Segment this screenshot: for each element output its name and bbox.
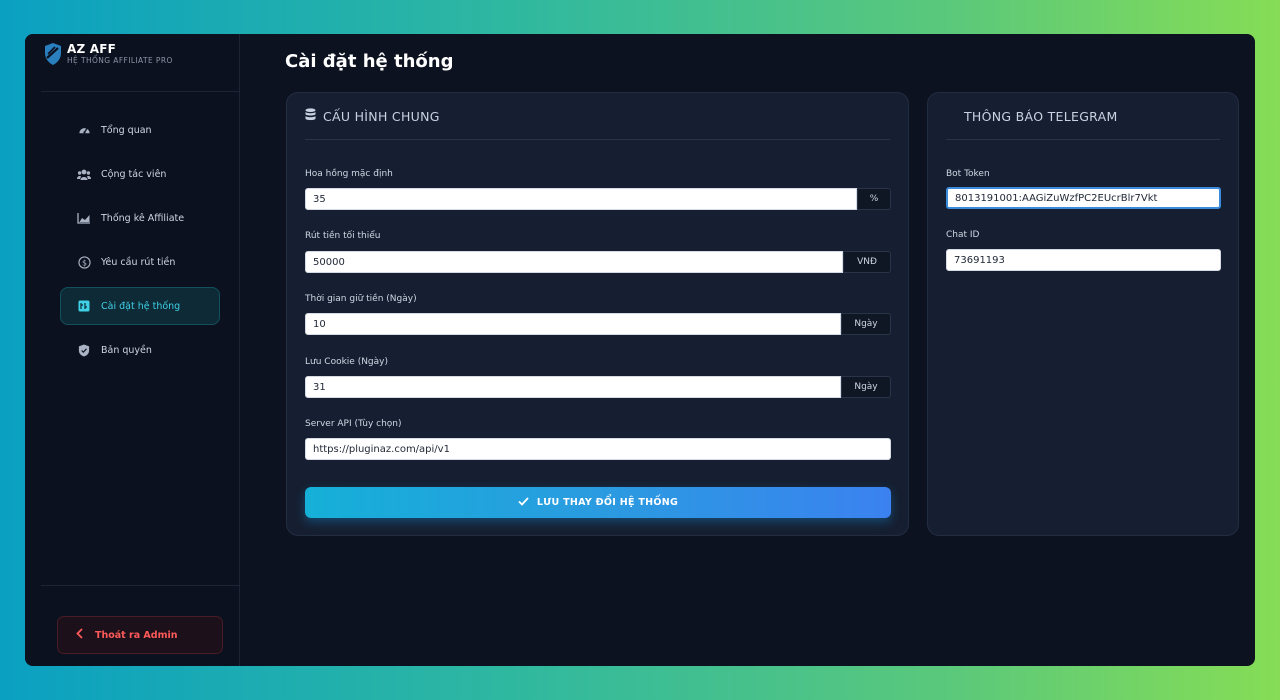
shield-logo-icon xyxy=(45,43,61,65)
chat-id-field-group xyxy=(946,249,1221,271)
hold-time-label: Thời gian giữ tiền (Ngày) xyxy=(305,294,417,304)
sidebar: AZ AFF HỆ THỐNG AFFILIATE PRO Tổng quan … xyxy=(25,34,240,666)
gauge-icon xyxy=(77,123,91,137)
save-label: LƯU THAY ĐỔI HỆ THỐNG xyxy=(536,497,679,508)
logout-label: Thoát ra Admin xyxy=(95,629,178,641)
save-settings-button[interactable]: LƯU THAY ĐỔI HỆ THỐNG xyxy=(305,487,891,518)
shield-icon xyxy=(77,343,91,357)
hold-time-suffix: Ngày xyxy=(841,313,891,335)
server-api-input[interactable] xyxy=(305,438,891,460)
cookie-input[interactable] xyxy=(305,376,841,398)
chat-id-input[interactable] xyxy=(946,249,1221,271)
app-window: AZ AFF HỆ THỐNG AFFILIATE PRO Tổng quan … xyxy=(25,34,1255,666)
cookie-suffix: Ngày xyxy=(841,376,891,398)
general-config-card: CẤU HÌNH CHUNG Hoa hồng mặc định % Rút t… xyxy=(286,92,909,536)
cookie-label: Lưu Cookie (Ngày) xyxy=(305,357,388,367)
sidebar-item-label: Bản quyền xyxy=(101,344,152,356)
page-title: Cài đặt hệ thống xyxy=(285,51,454,72)
database-icon xyxy=(305,108,316,124)
sidebar-divider xyxy=(41,91,239,92)
brand-subtitle: HỆ THỐNG AFFILIATE PRO xyxy=(67,56,173,65)
sidebar-item-label: Thống kê Affiliate xyxy=(101,212,185,224)
chevron-left-icon xyxy=(76,628,83,642)
sidebar-item-affiliates[interactable]: Cộng tác viên xyxy=(60,155,220,193)
min-withdraw-suffix: VNĐ xyxy=(843,251,891,273)
brand[interactable]: AZ AFF HỆ THỐNG AFFILIATE PRO xyxy=(43,42,173,66)
bot-token-input[interactable] xyxy=(946,187,1221,209)
card-title: CẤU HÌNH CHUNG xyxy=(323,108,440,124)
server-api-label: Server API (Tùy chọn) xyxy=(305,419,402,429)
hold-time-field-group: Ngày xyxy=(305,313,891,335)
sidebar-item-label: Cộng tác viên xyxy=(101,168,167,180)
sidebar-item-label: Cài đặt hệ thống xyxy=(101,300,181,312)
sidebar-item-label: Yêu cầu rút tiền xyxy=(101,256,176,268)
sidebar-item-label: Tổng quan xyxy=(101,124,152,136)
commission-suffix: % xyxy=(857,188,891,210)
sidebar-item-license[interactable]: Bản quyền xyxy=(60,331,220,369)
commission-field-group: % xyxy=(305,188,891,210)
main-content: Cài đặt hệ thống CẤU HÌNH CHUNG Hoa hồng… xyxy=(240,34,1255,666)
brand-name: AZ AFF xyxy=(67,42,117,56)
telegram-card: THÔNG BÁO TELEGRAM Bot Token Chat ID xyxy=(927,92,1239,536)
sidebar-item-overview[interactable]: Tổng quan xyxy=(60,111,220,149)
sidebar-item-affiliate-stats[interactable]: Thống kê Affiliate xyxy=(60,199,220,237)
min-withdraw-field-group: VNĐ xyxy=(305,251,891,273)
card-header: THÔNG BÁO TELEGRAM xyxy=(946,93,1220,140)
bot-token-field-group xyxy=(946,187,1221,209)
chart-area-icon xyxy=(77,211,91,225)
settings-icon xyxy=(77,299,91,313)
min-withdraw-input[interactable] xyxy=(305,251,843,273)
card-header: CẤU HÌNH CHUNG xyxy=(305,93,890,140)
sidebar-item-withdraw-requests[interactable]: $ Yêu cầu rút tiền xyxy=(60,243,220,281)
logout-button[interactable]: Thoát ra Admin xyxy=(57,616,223,654)
card-title: THÔNG BÁO TELEGRAM xyxy=(964,108,1118,124)
bot-token-label: Bot Token xyxy=(946,169,990,179)
dollar-circle-icon: $ xyxy=(77,255,91,269)
check-icon xyxy=(518,496,529,509)
commission-label: Hoa hồng mặc định xyxy=(305,169,393,179)
min-withdraw-label: Rút tiền tối thiểu xyxy=(305,231,381,241)
users-icon xyxy=(77,167,91,181)
server-api-field-group xyxy=(305,438,891,460)
hold-time-input[interactable] xyxy=(305,313,841,335)
sidebar-item-system-settings[interactable]: Cài đặt hệ thống xyxy=(60,287,220,325)
commission-input[interactable] xyxy=(305,188,857,210)
sidebar-nav: Tổng quan Cộng tác viên Thống kê Affilia… xyxy=(60,111,220,375)
chat-id-label: Chat ID xyxy=(946,230,980,240)
svg-text:$: $ xyxy=(81,258,86,267)
cookie-field-group: Ngày xyxy=(305,376,891,398)
sidebar-divider xyxy=(41,585,239,586)
